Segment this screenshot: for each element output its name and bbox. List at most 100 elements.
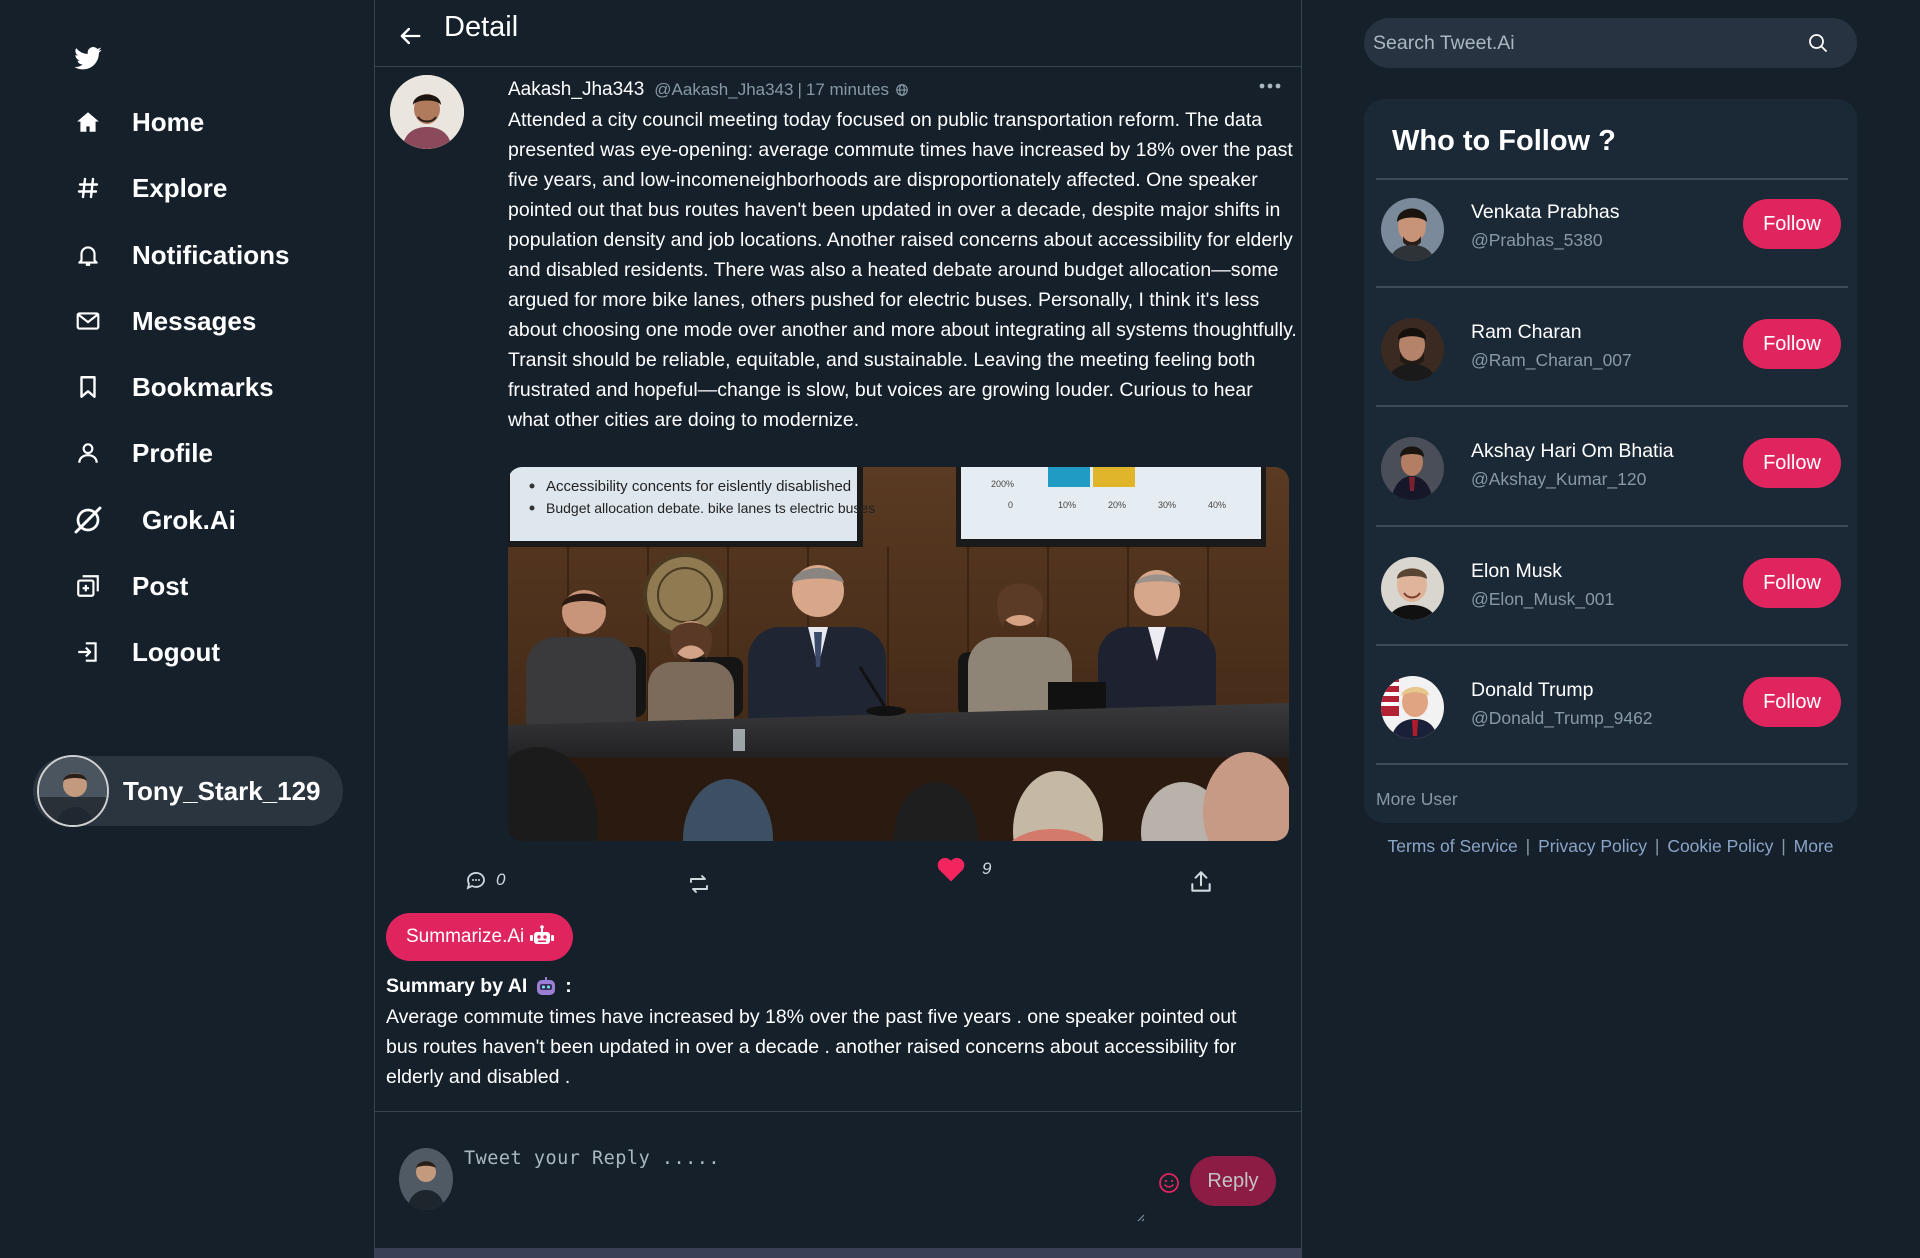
- post-author-avatar[interactable]: [390, 75, 464, 149]
- share-button[interactable]: [1188, 869, 1214, 895]
- suggestion-name[interactable]: Elon Musk: [1471, 560, 1562, 583]
- follow-suggestion: Akshay Hari Om Bhatia @Akshay_Kumar_120 …: [1364, 419, 1857, 538]
- privacy-link[interactable]: Privacy Policy: [1538, 836, 1647, 856]
- follow-button[interactable]: Follow: [1743, 677, 1841, 727]
- meta-separator: |: [797, 80, 802, 99]
- terms-link[interactable]: Terms of Service: [1387, 836, 1517, 856]
- comment-count: 0: [496, 870, 506, 889]
- suggestion-handle: @Elon_Musk_001: [1471, 589, 1615, 609]
- person-icon: [72, 437, 104, 469]
- nav-label: Messages: [132, 305, 257, 336]
- nav-notifications[interactable]: Notifications: [72, 233, 289, 277]
- divider: [1376, 286, 1848, 288]
- nav-home[interactable]: Home: [72, 100, 204, 144]
- follow-suggestion: Elon Musk @Elon_Musk_001 Follow: [1364, 539, 1857, 658]
- divider: [1376, 644, 1848, 646]
- robot-icon: [529, 925, 555, 949]
- more-link[interactable]: More: [1794, 836, 1834, 856]
- nav-bookmarks[interactable]: Bookmarks: [72, 365, 274, 409]
- suggestion-handle: @Akshay_Kumar_120: [1471, 469, 1647, 489]
- nav-label: Notifications: [132, 239, 290, 270]
- reply-user-avatar: [399, 1148, 453, 1210]
- reply-button[interactable]: Reply: [1190, 1156, 1276, 1206]
- follow-suggestion: Ram Charan @Ram_Charan_007 Follow: [1364, 300, 1857, 419]
- nav-post[interactable]: Post: [72, 564, 188, 608]
- nav-label: Profile: [132, 437, 213, 468]
- avatar[interactable]: [1381, 676, 1444, 739]
- bottom-scroll-bar: [375, 1248, 1301, 1258]
- avatar[interactable]: [1381, 557, 1444, 620]
- chart-tick: 20%: [1108, 500, 1126, 510]
- nav-messages[interactable]: Messages: [72, 299, 256, 343]
- chart-tick: 30%: [1158, 500, 1176, 510]
- search-input[interactable]: [1373, 18, 1793, 68]
- hashtag-icon: [72, 172, 104, 204]
- more-user-link[interactable]: More User: [1376, 789, 1458, 810]
- slide-bullet: Accessibility concents for eislently dis…: [546, 478, 851, 495]
- robot-face-icon: [535, 976, 557, 998]
- more-options-icon[interactable]: [1255, 76, 1285, 96]
- back-arrow-icon[interactable]: [396, 22, 424, 50]
- chart-tick: 0: [1008, 500, 1013, 510]
- post-image[interactable]: Accessibility concents for eislently dis…: [508, 467, 1289, 841]
- avatar[interactable]: [1381, 318, 1444, 381]
- divider: [1376, 763, 1848, 765]
- suggestion-handle: @Donald_Trump_9462: [1471, 708, 1653, 728]
- summary-title: Summary by AI: [386, 975, 528, 997]
- avatar[interactable]: [1381, 437, 1444, 500]
- post-body-text: Attended a city council meeting today fo…: [508, 109, 1297, 431]
- twitter-bird-icon[interactable]: [73, 44, 103, 74]
- left-sidebar: Home Explore Notifications Messages Book…: [0, 0, 374, 1258]
- summarize-ai-button[interactable]: Summarize.Ai: [386, 913, 574, 961]
- nav-label: Logout: [132, 636, 221, 667]
- cookie-link[interactable]: Cookie Policy: [1667, 836, 1773, 856]
- nav-label: Home: [132, 106, 205, 137]
- follow-button[interactable]: Follow: [1743, 319, 1841, 369]
- search-box: [1364, 18, 1857, 68]
- avatar: [37, 755, 109, 827]
- nav-logout[interactable]: Logout: [72, 630, 220, 674]
- suggestion-handle: @Prabhas_5380: [1471, 230, 1603, 250]
- home-icon: [72, 106, 104, 138]
- current-user-name: Tony_Stark_129: [123, 775, 321, 806]
- reply-input[interactable]: [464, 1148, 1154, 1224]
- suggestion-name[interactable]: Donald Trump: [1471, 679, 1593, 702]
- share-icon: [1188, 869, 1214, 895]
- slide-bullet: Budget allocation debate. bike lanes ts …: [546, 500, 875, 516]
- follow-button[interactable]: Follow: [1743, 438, 1841, 488]
- resize-handle-icon[interactable]: [1135, 1212, 1145, 1222]
- mail-icon: [72, 305, 104, 337]
- suggestion-name[interactable]: Venkata Prabhas: [1471, 201, 1620, 224]
- suggestion-name[interactable]: Ram Charan: [1471, 321, 1582, 344]
- avatar[interactable]: [1381, 198, 1444, 261]
- nav-label: Bookmarks: [132, 371, 274, 402]
- comment-button[interactable]: 0: [464, 868, 505, 892]
- chart-tick: 40%: [1208, 500, 1226, 510]
- follow-button[interactable]: Follow: [1743, 199, 1841, 249]
- current-user-pill[interactable]: Tony_Stark_129: [33, 755, 343, 827]
- search-icon[interactable]: [1806, 31, 1830, 55]
- post-author-handle[interactable]: @Aakash_Jha343: [654, 80, 793, 100]
- post-author-name[interactable]: Aakash_Jha343: [508, 79, 644, 101]
- nav-explore[interactable]: Explore: [72, 166, 227, 210]
- detail-header: Detail: [375, 0, 1301, 67]
- logout-icon: [72, 636, 104, 668]
- chart-tick: 10%: [1058, 500, 1076, 510]
- heart-icon: [936, 855, 966, 883]
- summary-text: Average commute times have increased by …: [386, 1006, 1237, 1088]
- nav-label: Post: [132, 570, 189, 601]
- nav-profile[interactable]: Profile: [72, 431, 213, 475]
- follow-button[interactable]: Follow: [1743, 558, 1841, 608]
- footer-separator: |: [1781, 836, 1786, 856]
- suggestion-name[interactable]: Akshay Hari Om Bhatia: [1471, 440, 1674, 463]
- summarize-label: Summarize.Ai: [406, 926, 525, 947]
- like-button[interactable]: 9: [936, 855, 991, 883]
- grok-icon: [72, 504, 104, 536]
- suggestion-handle: @Ram_Charan_007: [1471, 350, 1632, 370]
- follow-suggestion: Donald Trump @Donald_Trump_9462 Follow: [1364, 658, 1857, 777]
- post-meta: Aakash_Jha343 @Aakash_Jha343 | 17 minute…: [508, 79, 909, 101]
- follow-suggestion: Venkata Prabhas @Prabhas_5380 Follow: [1364, 180, 1857, 299]
- nav-grok[interactable]: Grok.Ai: [72, 498, 236, 542]
- emoji-picker-icon[interactable]: [1157, 1171, 1181, 1195]
- retweet-button[interactable]: [687, 872, 711, 896]
